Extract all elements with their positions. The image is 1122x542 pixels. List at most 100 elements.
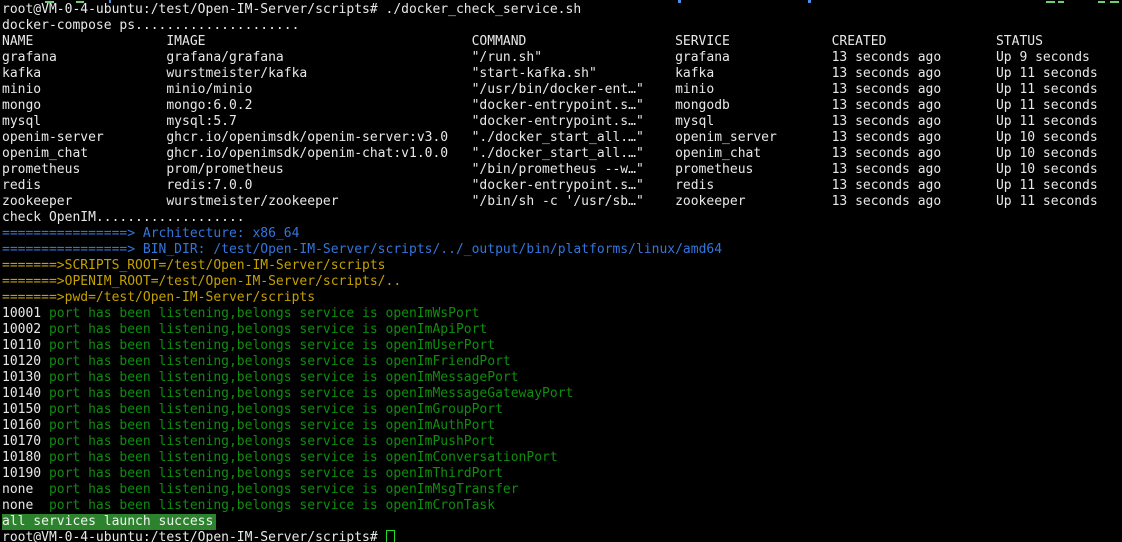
shell-prompt: root@VM-0-4-ubuntu:/test/Open-IM-Server/… — [2, 2, 378, 17]
table-row: grafanagrafana/grafana"/run.sh"grafana13… — [2, 50, 1122, 66]
port-message: port has been listening,belongs service … — [49, 386, 573, 401]
container-created: 13 seconds ago — [832, 66, 996, 82]
container-command: "docker-entrypoint.s…" — [472, 114, 675, 130]
container-status: Up 10 seconds — [996, 162, 1098, 178]
container-status: Up 11 seconds — [996, 82, 1098, 98]
container-command: "./docker_start_all.…" — [472, 146, 675, 162]
text-fragment — [1046, 1, 1055, 3]
port-number: 10150 — [2, 402, 49, 418]
port-status-line: noneport has been listening,belongs serv… — [2, 482, 1122, 498]
container-created: 13 seconds ago — [832, 114, 996, 130]
container-command: "/bin/sh -c '/usr/sb…" — [472, 194, 675, 210]
port-number: none — [2, 498, 49, 514]
container-image: ghcr.io/openimsdk/openim-chat:v1.0.0 — [166, 146, 471, 162]
container-command: "docker-entrypoint.s…" — [472, 98, 675, 114]
table-row: openim_chat ghcr.io/openimsdk/openim-chat… — [2, 146, 1122, 162]
port-message: port has been listening,belongs service … — [49, 482, 519, 497]
terminal-window[interactable]: root@VM-0-4-ubuntu:/test/Open-IM-Server/… — [0, 0, 1122, 542]
container-image: mysql:5.7 — [166, 114, 471, 130]
container-command: "docker-entrypoint.s…" — [472, 178, 675, 194]
container-status: Up 11 seconds — [996, 194, 1098, 210]
text-fragment — [808, 0, 811, 3]
port-message: port has been listening,belongs service … — [49, 370, 519, 385]
container-service: mongodb — [675, 98, 832, 114]
container-created: 13 seconds ago — [832, 162, 996, 178]
container-name: mongo — [2, 98, 166, 114]
container-status: Up 11 seconds — [996, 66, 1098, 82]
container-service: minio — [675, 82, 832, 98]
text-fragment — [1098, 1, 1105, 3]
container-service: prometheus — [675, 162, 832, 178]
port-status-line: 10180port has been listening,belongs ser… — [2, 450, 1122, 466]
container-image: minio/minio — [166, 82, 471, 98]
check-openim-line: check OpenIM................... — [2, 210, 1122, 226]
port-number: 10140 — [2, 386, 49, 402]
column-header-created: CREATED — [832, 34, 996, 50]
architecture-line: ================> Architecture: x86_64 — [2, 226, 1122, 242]
port-number: 10001 — [2, 306, 49, 322]
container-service: openim_chat — [675, 146, 832, 162]
shell-prompt: root@VM-0-4-ubuntu:/test/Open-IM-Server/… — [2, 530, 378, 542]
column-header-service: SERVICE — [675, 34, 832, 50]
container-name: minio — [2, 82, 166, 98]
container-name: prometheus — [2, 162, 166, 178]
container-name: openim-server — [2, 130, 166, 146]
table-row: zookeeperwurstmeister/zookeeper"/bin/sh … — [2, 194, 1122, 210]
port-message: port has been listening,belongs service … — [49, 306, 479, 321]
container-service: mysql — [675, 114, 832, 130]
container-status: Up 10 seconds — [996, 146, 1098, 162]
table-row: mongomongo:6.0.2"docker-entrypoint.s…"mo… — [2, 98, 1122, 114]
table-row: prometheusprom/prometheus"/bin/prometheu… — [2, 162, 1122, 178]
text-fragment — [76, 1, 84, 3]
container-name: zookeeper — [2, 194, 166, 210]
container-created: 13 seconds ago — [832, 50, 996, 66]
port-number: 10170 — [2, 434, 49, 450]
port-number: 10002 — [2, 322, 49, 338]
port-status-line: 10160port has been listening,belongs ser… — [2, 418, 1122, 434]
container-service: openim_server — [675, 130, 832, 146]
port-number: 10120 — [2, 354, 49, 370]
scripts-root-line: =======>SCRIPTS_ROOT=/test/Open-IM-Serve… — [2, 258, 1122, 274]
port-status-line: 10110port has been listening,belongs ser… — [2, 338, 1122, 354]
success-line: all services launch success — [2, 514, 1122, 530]
container-created: 13 seconds ago — [832, 194, 996, 210]
openim-root-line: =======>OPENIM_ROOT=/test/Open-IM-Server… — [2, 274, 1122, 290]
table-row: miniominio/minio"/usr/bin/docker-ent…"mi… — [2, 82, 1122, 98]
container-name: kafka — [2, 66, 166, 82]
container-table-rows: grafanagrafana/grafana"/run.sh"grafana13… — [2, 50, 1122, 210]
port-status-line: 10120port has been listening,belongs ser… — [2, 354, 1122, 370]
port-status-line: 10150port has been listening,belongs ser… — [2, 402, 1122, 418]
port-message: port has been listening,belongs service … — [49, 434, 495, 449]
column-header-command: COMMAND — [472, 34, 675, 50]
port-status-line: 10190port has been listening,belongs ser… — [2, 466, 1122, 482]
port-message: port has been listening,belongs service … — [49, 338, 495, 353]
bindir-line: ================> BIN_DIR: /test/Open-IM… — [2, 242, 1122, 258]
port-message: port has been listening,belongs service … — [49, 498, 495, 513]
port-number: 10110 — [2, 338, 49, 354]
shell-prompt-line: root@VM-0-4-ubuntu:/test/Open-IM-Server/… — [2, 530, 1122, 542]
pwd-line: =======>pwd=/test/Open-IM-Server/scripts — [2, 290, 1122, 306]
container-created: 13 seconds ago — [832, 82, 996, 98]
table-row: kafkawurstmeister/kafka"start-kafka.sh"k… — [2, 66, 1122, 82]
text-fragment — [1110, 1, 1119, 3]
container-status: Up 11 seconds — [996, 98, 1098, 114]
container-name: grafana — [2, 50, 166, 66]
container-image: redis:7.0.0 — [166, 178, 471, 194]
container-service: kafka — [675, 66, 832, 82]
container-created: 13 seconds ago — [832, 130, 996, 146]
container-created: 13 seconds ago — [832, 178, 996, 194]
text-fragment — [109, 0, 111, 3]
container-created: 13 seconds ago — [832, 146, 996, 162]
port-message: port has been listening,belongs service … — [49, 354, 511, 369]
container-service: grafana — [675, 50, 832, 66]
container-service: zookeeper — [675, 194, 832, 210]
port-message: port has been listening,belongs service … — [49, 418, 495, 433]
container-image: wurstmeister/kafka — [166, 66, 471, 82]
container-status: Up 10 seconds — [996, 130, 1098, 146]
container-command: "/run.sh" — [472, 50, 675, 66]
container-image: mongo:6.0.2 — [166, 98, 471, 114]
container-created: 13 seconds ago — [832, 98, 996, 114]
column-header-image: IMAGE — [166, 34, 471, 50]
container-image: prom/prometheus — [166, 162, 471, 178]
port-number: none — [2, 482, 49, 498]
